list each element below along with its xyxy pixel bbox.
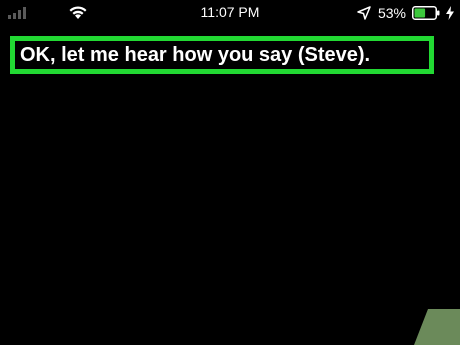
status-bar: 11:07 PM 53% bbox=[0, 0, 460, 26]
status-right-cluster: 53% bbox=[357, 4, 454, 22]
battery-fill bbox=[414, 8, 426, 18]
battery-percentage: 53% bbox=[377, 5, 406, 21]
siri-response-text: OK, let me hear how you say (Steve). bbox=[10, 36, 434, 74]
battery-icon bbox=[412, 6, 440, 20]
location-arrow-icon bbox=[357, 6, 371, 20]
corner-accent-shape bbox=[414, 309, 460, 345]
charging-bolt-icon bbox=[446, 6, 454, 20]
siri-message: OK, let me hear how you say (Steve). bbox=[20, 43, 371, 66]
